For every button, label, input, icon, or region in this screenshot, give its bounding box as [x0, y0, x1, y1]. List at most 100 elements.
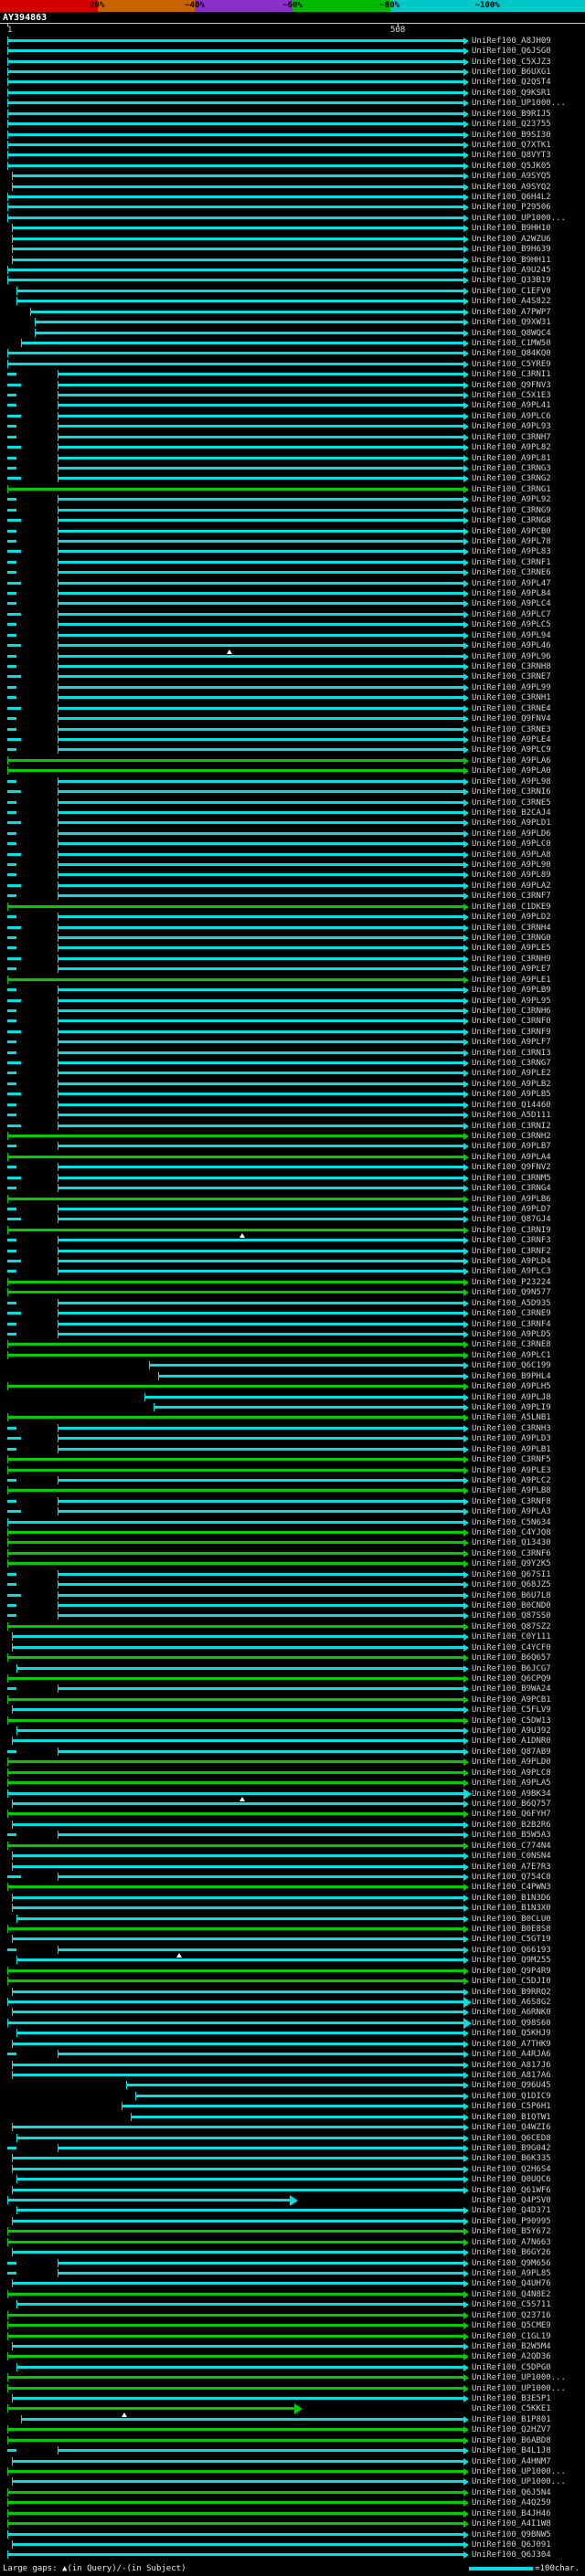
hit-label[interactable]: UniRef100_Q6J304	[472, 2550, 585, 2560]
hit-bar[interactable]	[7, 2292, 463, 2296]
hit-bar[interactable]	[7, 206, 463, 209]
hit-bar[interactable]	[11, 1937, 463, 1941]
hit-bar[interactable]	[7, 164, 463, 167]
hit-label[interactable]: UniRef100_B2CAJ4	[472, 808, 585, 818]
hit-bar[interactable]	[57, 498, 463, 501]
hit-label[interactable]: UniRef100_Q6J091	[472, 2539, 585, 2550]
hit-label[interactable]: UniRef100_A9PL89	[472, 871, 585, 881]
hit-label[interactable]: UniRef100_A5D111	[472, 1110, 585, 1120]
hit-label[interactable]: UniRef100_C4YJQ8	[472, 1527, 585, 1537]
hit-bar[interactable]	[57, 581, 463, 585]
hit-label[interactable]: UniRef100_A9PLJ8	[472, 1392, 585, 1402]
hit-bar[interactable]	[29, 310, 463, 313]
hit-bar[interactable]	[57, 737, 463, 741]
hit-bar[interactable]	[7, 111, 463, 115]
hit-label[interactable]: UniRef100_C3RNH3	[472, 1423, 585, 1433]
hit-label[interactable]: UniRef100_A9PLA5	[472, 1778, 585, 1788]
hit-label[interactable]: UniRef100_B9H639	[472, 244, 585, 254]
hit-bar[interactable]	[7, 2386, 463, 2390]
hit-label[interactable]: UniRef100_B5Y672	[472, 2227, 585, 2237]
hit-bar[interactable]	[57, 998, 463, 1002]
hit-label[interactable]: UniRef100_A9PLA0	[472, 766, 585, 776]
hit-bar[interactable]	[57, 2261, 463, 2265]
hit-bar[interactable]	[57, 2271, 463, 2275]
hit-label[interactable]: UniRef100_C3RNF1	[472, 557, 585, 567]
hit-label[interactable]: UniRef100_Q4UH76	[472, 2279, 585, 2289]
hit-label[interactable]: UniRef100_C5GT19	[472, 1935, 585, 1945]
hit-bar[interactable]	[57, 508, 463, 512]
hit-label[interactable]: UniRef100_A9PLA4	[472, 1152, 585, 1162]
hit-bar[interactable]	[7, 1416, 463, 1420]
hit-label[interactable]: UniRef100_B0E8S8	[472, 1924, 585, 1934]
hit-label[interactable]: UniRef100_UP1000...	[472, 2477, 585, 2487]
hit-bar[interactable]	[57, 1478, 463, 1482]
hit-label[interactable]: UniRef100_UP1000...	[472, 2466, 585, 2476]
hit-bar[interactable]	[11, 2219, 463, 2222]
hit-bar[interactable]	[16, 1729, 463, 1733]
hit-label[interactable]: UniRef100_Q4WZI6	[472, 2122, 585, 2132]
hit-bar[interactable]	[7, 90, 463, 94]
hit-label[interactable]: UniRef100_A9PLD7	[472, 1204, 585, 1214]
hit-bar[interactable]	[16, 2178, 463, 2181]
hit-label[interactable]: UniRef100_Q5JK05	[472, 161, 585, 171]
hit-label[interactable]: UniRef100_A9PLB6	[472, 1194, 585, 1204]
hit-label[interactable]: UniRef100_P23224	[472, 1277, 585, 1287]
hit-bar[interactable]	[7, 977, 463, 981]
hit-label[interactable]: UniRef100_A9PL41	[472, 401, 585, 411]
hit-bar[interactable]	[57, 1948, 463, 1951]
hit-bar[interactable]	[57, 477, 463, 480]
hit-bar[interactable]	[7, 1980, 463, 1983]
hit-bar[interactable]	[134, 2094, 463, 2097]
hit-bar[interactable]	[11, 227, 463, 230]
hit-label[interactable]: UniRef100_Q4D371	[472, 2206, 585, 2216]
hit-bar[interactable]	[57, 675, 463, 679]
hit-label[interactable]: UniRef100_C774N4	[472, 1841, 585, 1851]
hit-bar[interactable]	[7, 1562, 463, 1566]
hit-label[interactable]: UniRef100_Q9XW31	[472, 317, 585, 327]
hit-label[interactable]: UniRef100_Q9BNW5	[472, 2529, 585, 2539]
hit-bar[interactable]	[7, 2199, 291, 2202]
hit-bar[interactable]	[7, 132, 463, 136]
hit-bar[interactable]	[57, 1145, 463, 1148]
hit-label[interactable]: UniRef100_C3RNG3	[472, 463, 585, 473]
hit-bar[interactable]	[11, 1864, 463, 1868]
hit-label[interactable]: UniRef100_A7E7R3	[472, 1862, 585, 1872]
hit-label[interactable]: UniRef100_A9PL81	[472, 453, 585, 463]
hit-label[interactable]: UniRef100_A9PLC0	[472, 839, 585, 849]
hit-label[interactable]: UniRef100_B1N3X0	[472, 1904, 585, 1914]
hit-label[interactable]: UniRef100_Q9Y2K5	[472, 1559, 585, 1569]
hit-bar[interactable]	[7, 2490, 463, 2494]
hit-label[interactable]: UniRef100_C3RNE8	[472, 1340, 585, 1350]
hit-bar[interactable]	[7, 1656, 463, 1660]
hit-bar[interactable]	[7, 1812, 463, 1816]
hit-label[interactable]: UniRef100_B9SI30	[472, 130, 585, 140]
hit-bar[interactable]	[16, 2136, 463, 2139]
hit-bar[interactable]	[7, 1385, 463, 1388]
hit-label[interactable]: UniRef100_B6JCG7	[472, 1663, 585, 1673]
hit-bar[interactable]	[7, 487, 463, 491]
hit-label[interactable]: UniRef100_A817J6	[472, 2060, 585, 2070]
hit-label[interactable]: UniRef100_B9WA24	[472, 1684, 585, 1694]
hit-label[interactable]: UniRef100_A9PL94	[472, 630, 585, 640]
hit-bar[interactable]	[153, 1405, 463, 1409]
hit-bar[interactable]	[57, 883, 463, 887]
hit-label[interactable]: UniRef100_C5FLV9	[472, 1705, 585, 1716]
hit-label[interactable]: UniRef100_B9RRQ2	[472, 1987, 585, 1997]
hit-bar[interactable]	[16, 2303, 463, 2307]
hit-bar[interactable]	[11, 258, 463, 261]
hit-bar[interactable]	[7, 153, 463, 157]
hit-label[interactable]: UniRef100_Q6FYH7	[472, 1810, 585, 1820]
hit-label[interactable]: UniRef100_Q7XTK1	[472, 140, 585, 150]
hit-bar[interactable]	[16, 2365, 463, 2369]
hit-label[interactable]: UniRef100_A4S822	[472, 297, 585, 307]
hit-label[interactable]: UniRef100_Q5KHJ9	[472, 2029, 585, 2039]
hit-label[interactable]: UniRef100_B2W5M4	[472, 2341, 585, 2351]
hit-label[interactable]: UniRef100_Q9M255	[472, 1956, 585, 1966]
hit-bar[interactable]	[11, 2063, 463, 2066]
hit-bar[interactable]	[57, 1124, 463, 1127]
hit-bar[interactable]	[57, 842, 463, 846]
hit-label[interactable]: UniRef100_A9PLB2	[472, 1079, 585, 1089]
hit-label[interactable]: UniRef100_B1QTW1	[472, 2112, 585, 2122]
hit-label[interactable]: UniRef100_A9PL78	[472, 536, 585, 546]
hit-bar[interactable]	[11, 1854, 463, 1858]
